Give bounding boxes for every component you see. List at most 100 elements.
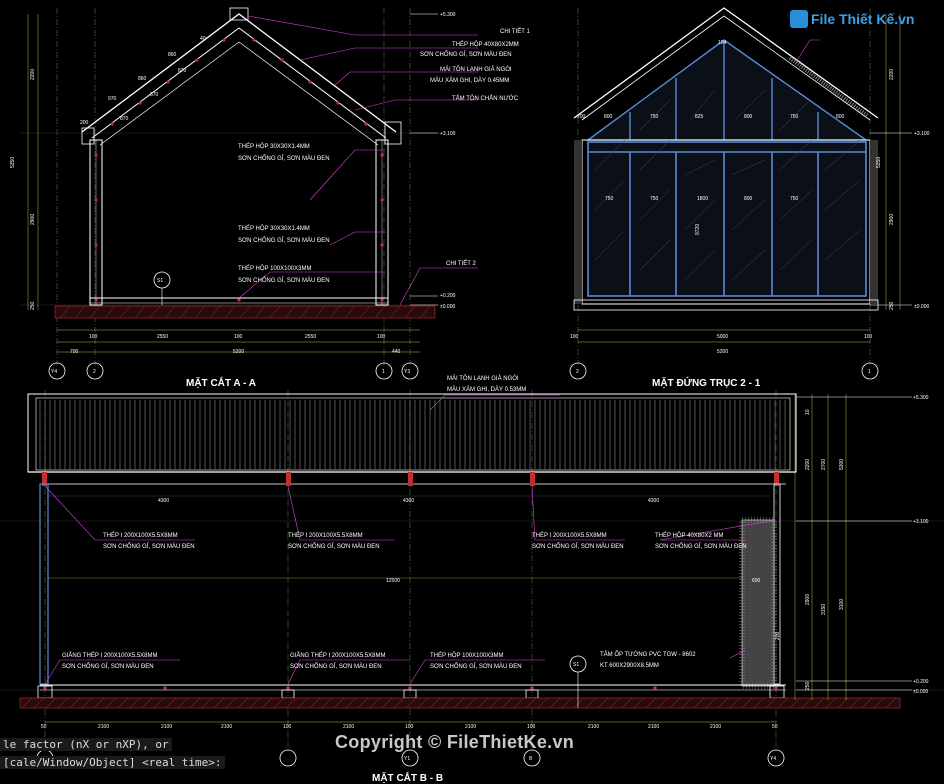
callout-a-11: THÉP HỘP 100X100X3MM (238, 265, 311, 272)
cad-drawing-canvas[interactable]: CHI TIẾT 1 THÉP HỘP 40X80X2MM SƠN CHỐNG … (0, 0, 944, 784)
roof-dim-8: 40 (200, 36, 206, 42)
command-line-1: le factor (nX or nXP), or (0, 738, 172, 751)
callout-b-13: GIẰNG THÉP I 200X100X5.5X8MM (290, 651, 386, 659)
level-a-1: +5.300 (440, 12, 456, 18)
axis-b-y4: Y4 (770, 756, 776, 762)
span-total: 12500 (386, 578, 400, 584)
axis-b-b: B (529, 756, 533, 762)
panel-dim-4: 825 (695, 114, 704, 120)
command-line-2[interactable]: [cale/Window/Object] <real time>: (0, 756, 225, 769)
dim-e-right-1: 2200 (889, 69, 895, 80)
roof-dim-3: 860 (138, 76, 147, 82)
level-a-2: +3.100 (440, 131, 456, 137)
axis-a-y3: Y3 (404, 369, 410, 375)
section-mark-b: S1 (573, 662, 579, 668)
axis-b-y1: Y1 (404, 756, 410, 762)
dim-e-2: 5000 (717, 334, 728, 340)
dim-e-right-4: 250 (889, 301, 895, 310)
callout-b-17: TẤM ỐP TƯỜNG PVC TGW - 8602 (600, 651, 696, 658)
door-dim-1: 1800 (697, 196, 708, 202)
roof-ribs (39, 400, 786, 469)
callout-b-1: MÁI TÔN LẠNH GIẢ NGÓI (447, 375, 519, 382)
dim-b-11: 2100 (648, 724, 659, 730)
span-3: 4300 (648, 498, 659, 504)
axis-a-y4: Y4 (51, 369, 57, 375)
panel-dim-9: 750 (650, 196, 659, 202)
dim-b-right-1: 10 (805, 409, 811, 415)
dim-b-5: 100 (283, 724, 292, 730)
callout-a-8: SƠN CHỐNG GỈ, SƠN MÀU ĐEN (238, 155, 330, 162)
roof-dim-7: 870 (178, 68, 187, 74)
dim-b-right-8: 250 (805, 681, 811, 690)
dim-b-right-9: 200 (775, 631, 781, 640)
level-b-1: +5.300 (913, 395, 929, 401)
dim-e-4: 5200 (717, 349, 728, 355)
callout-b-2: MÀU XÁM GHI, DÀY 0.53MM (447, 386, 526, 393)
dim-b-1: 50 (41, 724, 47, 730)
logo-mark-icon (790, 10, 808, 28)
callout-b-9: THÉP HỘP 40X80X2 MM (655, 532, 723, 539)
roof-dim-6: 870 (150, 92, 159, 98)
dim-b-3: 2100 (161, 724, 172, 730)
dim-a-7: 5200 (233, 349, 244, 355)
dim-a-1: 100 (89, 334, 98, 340)
level-b-3: +0.200 (913, 679, 929, 685)
section-mark-a: S1 (157, 278, 163, 284)
copyright-watermark: Copyright © FileThietKe.vn (335, 732, 575, 752)
panel-dim-10: 800 (744, 196, 753, 202)
dim-a-left-4: 250 (30, 301, 36, 310)
panel-dim-7: 800 (836, 114, 845, 120)
section-b-title: MẶT CẮT B - B (372, 771, 443, 784)
panel-dim-5: 800 (744, 114, 753, 120)
dim-e-1: 100 (570, 334, 579, 340)
dim-b-right-3: 2700 (821, 459, 827, 470)
axis-a-1: 1 (382, 369, 385, 375)
section-a-title: MẶT CẮT A - A (186, 376, 256, 389)
callout-b-8: SƠN CHỐNG GỈ, SƠN MÀU ĐEN (532, 543, 624, 550)
callout-b-3: THÉP I 200X100X5.5X8MM (103, 532, 178, 539)
roof-dim-4: 860 (168, 52, 177, 58)
site-logo: File Thiết Kế.vn (790, 10, 914, 28)
dim-a-3: 100 (234, 334, 243, 340)
section-a-a (20, 7, 478, 380)
callout-a-7: THÉP HỘP 30X30X1.4MM (238, 143, 310, 150)
dim-b-right-5: 3150 (821, 604, 827, 615)
dim-a-4: 2550 (305, 334, 316, 340)
dim-a-2: 2550 (157, 334, 168, 340)
panel-dim-1: 200 (577, 114, 586, 120)
logo-text: File Thiết Kế.vn (811, 11, 915, 27)
dim-b-10: 2100 (588, 724, 599, 730)
panel-dim-8: 750 (605, 196, 614, 202)
dim-b-4: 2100 (221, 724, 232, 730)
callout-b-15: THÉP HỘP 100X100X3MM (430, 652, 503, 659)
dim-a-left-2: 2200 (30, 69, 36, 80)
callout-a-10: SƠN CHỐNG GỈ, SƠN MÀU ĐEN (238, 237, 330, 244)
callout-b-7: THÉP I 200X100X5.5X8MM (532, 532, 607, 539)
callout-a-4: MÁI TÔN LẠNH GIẢ NGÓI (440, 66, 512, 73)
dim-b-12: 2100 (710, 724, 721, 730)
dim-a-left-1: 5350 (10, 157, 16, 168)
dim-b-8: 2100 (465, 724, 476, 730)
level-e-1: +3.100 (914, 131, 930, 137)
dim-e-right-2: 2900 (889, 214, 895, 225)
callout-a-2: THÉP HỘP 40X80X2MM (452, 41, 519, 48)
axis-e-1: 1 (868, 369, 871, 375)
dim-b-right-7: 3100 (839, 599, 845, 610)
callout-b-16: SƠN CHỐNG GỈ, SƠN MÀU ĐEN (430, 663, 522, 670)
door-dim-2: 9720 (695, 224, 701, 235)
axis-a-2: 2 (93, 369, 96, 375)
level-b-2: +3.100 (913, 519, 929, 525)
section-a-labels: CHI TIẾT 1 THÉP HỘP 40X80X2MM SƠN CHỐNG … (10, 12, 530, 389)
panel-label: 600 (752, 578, 761, 584)
level-a-3: +0.200 (440, 293, 456, 299)
dim-b-right-2: 2200 (805, 459, 811, 470)
elevation-2-1 (569, 7, 912, 380)
dim-b-13: 50 (772, 724, 778, 730)
callout-b-5: THÉP I 200X100X5.5X8MM (288, 532, 363, 539)
callout-a-3: SƠN CHỐNG GỈ, SƠN MÀU ĐEN (420, 51, 512, 58)
span-1: 4300 (158, 498, 169, 504)
axis-e-2: 2 (576, 369, 579, 375)
dim-a-8: 440 (392, 349, 401, 355)
panel-dim-6: 750 (790, 114, 799, 120)
callout-b-11: GIẰNG THÉP I 200X100X5.5X8MM (62, 651, 158, 659)
